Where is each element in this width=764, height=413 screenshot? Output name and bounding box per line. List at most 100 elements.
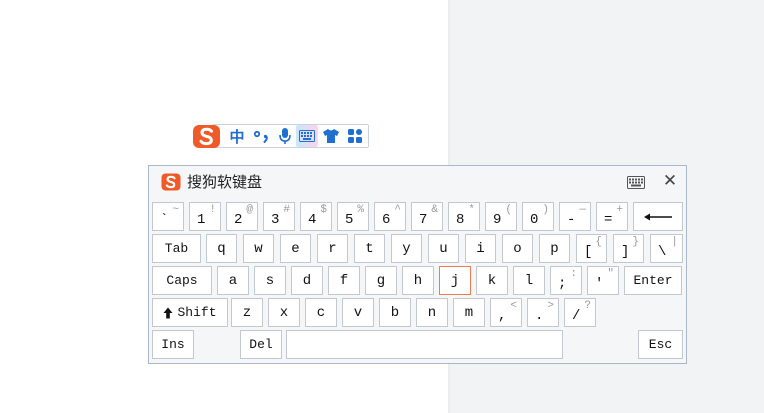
key-quote[interactable]: ' ": [587, 266, 619, 295]
key-8[interactable]: 8 *: [448, 202, 480, 231]
sogou-logo-icon[interactable]: [192, 123, 222, 149]
shift-key[interactable]: Shift: [152, 298, 228, 327]
key-shift-char: ): [542, 204, 549, 216]
key-s[interactable]: s: [254, 266, 286, 295]
key-backtick[interactable]: ` ~: [152, 202, 184, 231]
key-b[interactable]: b: [379, 298, 411, 327]
caps-key[interactable]: Caps: [152, 266, 212, 295]
key-v[interactable]: v: [342, 298, 374, 327]
key-5[interactable]: 5%: [337, 202, 369, 231]
key-a[interactable]: a: [217, 266, 249, 295]
microphone-icon: [279, 128, 291, 144]
keyboard-icon: [627, 176, 645, 189]
key-o[interactable]: o: [502, 234, 533, 263]
key-label: s: [265, 273, 275, 289]
key-x[interactable]: x: [268, 298, 300, 327]
ins-key[interactable]: Ins: [152, 330, 194, 359]
key-right-bracket[interactable]: ]}: [613, 234, 644, 263]
key-label: o: [513, 241, 522, 257]
key-label: Del: [249, 337, 273, 352]
key-shift-char: ": [607, 268, 614, 280]
key-shift-char: $: [320, 204, 327, 216]
key-primary-char: 5: [345, 212, 354, 228]
key-3[interactable]: 3 #: [263, 202, 295, 231]
punctuation-mode-button[interactable]: [250, 125, 274, 147]
key-primary-char: ]: [621, 244, 630, 260]
close-icon[interactable]: ✕: [661, 171, 679, 191]
key-y[interactable]: y: [391, 234, 422, 263]
shift-arrow-icon: [163, 307, 173, 319]
soft-keyboard-button[interactable]: [296, 125, 318, 147]
key-backslash[interactable]: \ |: [650, 234, 683, 263]
space-key[interactable]: [286, 330, 563, 359]
key-comma[interactable]: , <: [490, 298, 522, 327]
key-1[interactable]: 1!: [189, 202, 221, 231]
backspace-key[interactable]: [633, 202, 683, 231]
key-label: b: [390, 305, 400, 321]
key-slash[interactable]: /?: [564, 298, 596, 327]
chinese-mode-button[interactable]: 中: [226, 125, 248, 147]
key-label: e: [291, 241, 300, 257]
key-i[interactable]: i: [465, 234, 496, 263]
tab-key[interactable]: Tab: [152, 234, 201, 263]
key-g[interactable]: g: [365, 266, 397, 295]
key-e[interactable]: e: [280, 234, 311, 263]
key-d[interactable]: d: [291, 266, 323, 295]
key-label: Ins: [161, 337, 185, 352]
key-label: k: [487, 273, 497, 289]
key-semicolon[interactable]: ;:: [550, 266, 582, 295]
key-6[interactable]: 6 ^: [374, 202, 406, 231]
key-2[interactable]: 2 @: [226, 202, 258, 231]
key-t[interactable]: t: [354, 234, 385, 263]
key-label: u: [439, 241, 448, 257]
key-m[interactable]: m: [453, 298, 485, 327]
key-h[interactable]: h: [402, 266, 434, 295]
key-z[interactable]: z: [231, 298, 263, 327]
key-label: d: [302, 273, 312, 289]
esc-key[interactable]: Esc: [638, 330, 683, 359]
key-u[interactable]: u: [428, 234, 459, 263]
key-primary-char: .: [535, 308, 544, 324]
key-w[interactable]: w: [243, 234, 274, 263]
toolbox-button[interactable]: [344, 125, 366, 147]
key-shift-char: %: [357, 204, 364, 216]
key-label: p: [550, 241, 559, 257]
key-j[interactable]: j: [439, 266, 471, 295]
key-label: f: [339, 273, 349, 289]
key-shift-char: &: [431, 204, 438, 216]
del-key[interactable]: Del: [240, 330, 282, 359]
grid-apps-icon: [348, 129, 362, 143]
key-primary-char: /: [572, 308, 581, 324]
key-n[interactable]: n: [416, 298, 448, 327]
key-equals[interactable]: = +: [596, 202, 628, 231]
key-p[interactable]: p: [539, 234, 570, 263]
key-period[interactable]: . >: [527, 298, 559, 327]
key-l[interactable]: l: [513, 266, 545, 295]
key-primary-char: 0: [530, 212, 539, 228]
key-4[interactable]: 4 $: [300, 202, 332, 231]
key-9[interactable]: 9(: [485, 202, 517, 231]
key-primary-char: ': [595, 276, 604, 292]
key-r[interactable]: r: [317, 234, 348, 263]
sogou-logo-icon: [161, 173, 181, 191]
key-primary-char: 1: [197, 212, 206, 228]
enter-key[interactable]: Enter: [624, 266, 682, 295]
key-q[interactable]: q: [206, 234, 237, 263]
key-label: q: [217, 241, 226, 257]
key-left-bracket[interactable]: [{: [576, 234, 607, 263]
keyboard-layout-button[interactable]: [627, 174, 647, 189]
voice-button[interactable]: [276, 125, 294, 147]
key-c[interactable]: c: [305, 298, 337, 327]
key-primary-char: 6: [382, 212, 391, 228]
key-0[interactable]: 0): [522, 202, 554, 231]
key-shift-char: :: [570, 268, 577, 280]
key-7[interactable]: 7 &: [411, 202, 443, 231]
key-f[interactable]: f: [328, 266, 360, 295]
key-shift-char: {: [595, 236, 602, 248]
skin-button[interactable]: [320, 125, 342, 147]
key-shift-char: *: [468, 204, 475, 216]
key-primary-char: 9: [493, 212, 502, 228]
key-minus[interactable]: - —: [559, 202, 591, 231]
key-k[interactable]: k: [476, 266, 508, 295]
soft-keyboard-titlebar[interactable]: 搜狗软键盘 ✕: [149, 166, 686, 197]
